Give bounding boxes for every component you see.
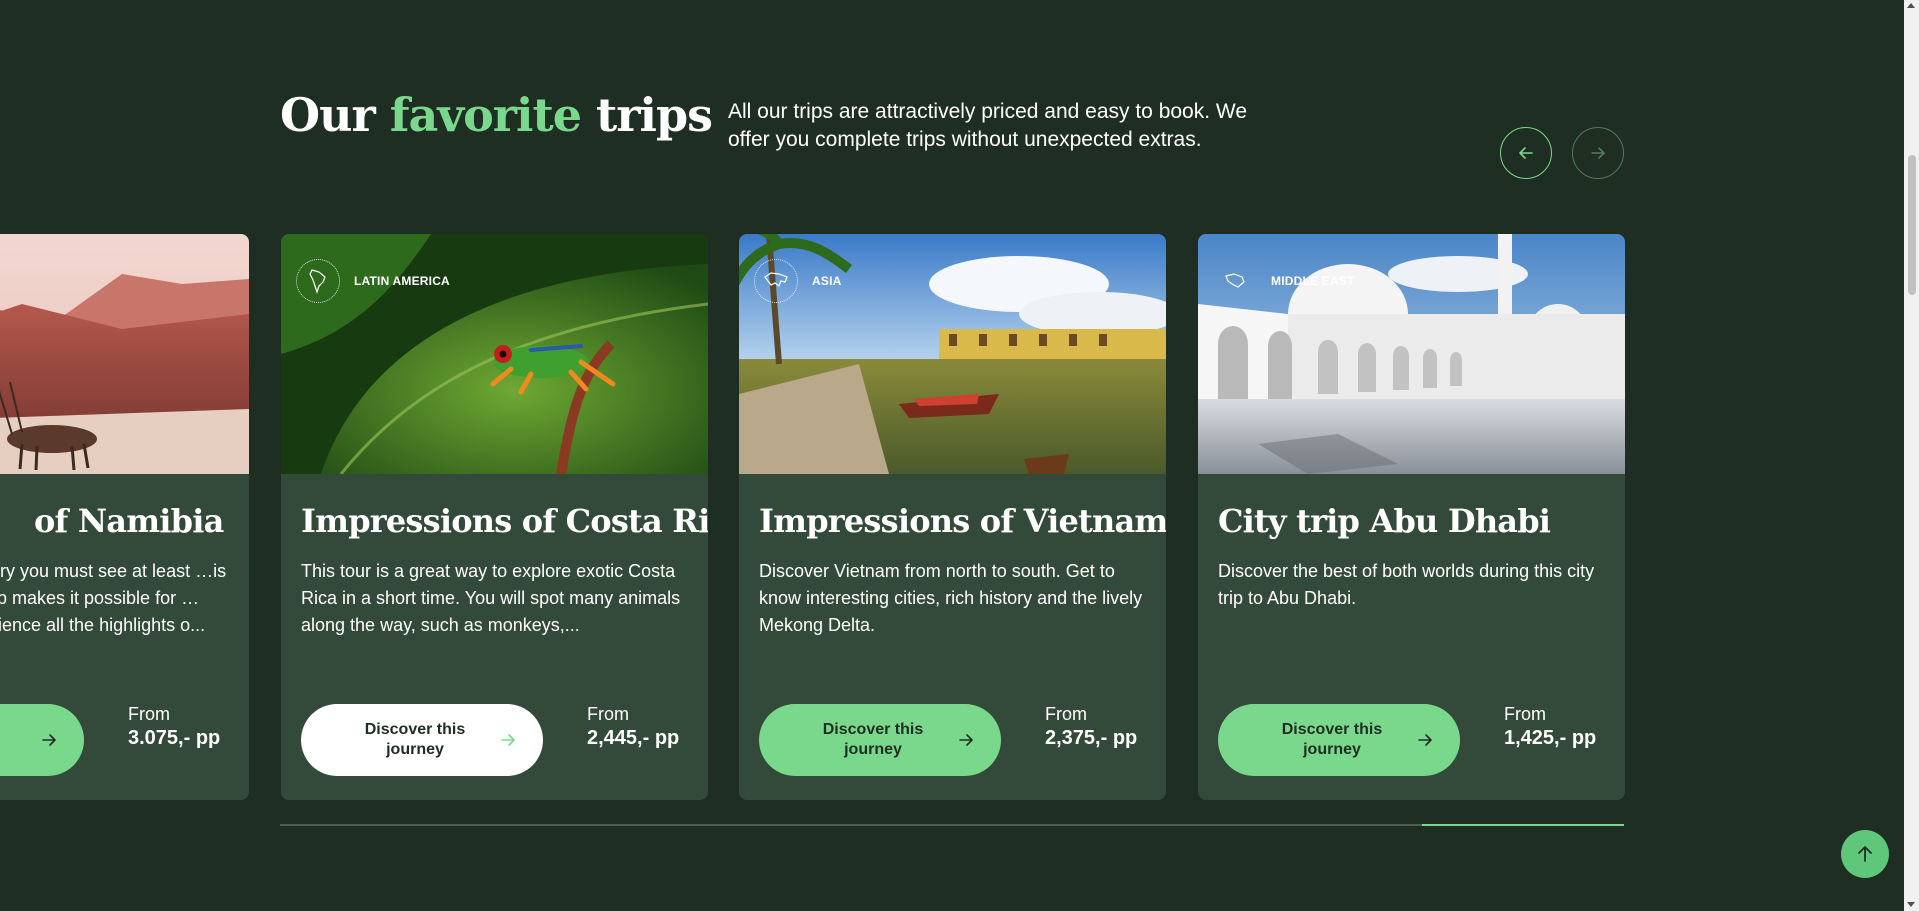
trip-description: Discover the best of both worlds during … [1218, 561, 1595, 608]
arrow-up-icon [1858, 846, 1872, 862]
arrow-right-icon [495, 734, 515, 746]
trip-title: Impressions of Costa Rica [301, 502, 708, 540]
discover-journey-button[interactable]: Discover this journey [759, 704, 1001, 776]
trip-card-costa-rica[interactable]: LATIN AMERICA Impressions of Costa Rica … [281, 234, 708, 800]
discover-journey-button[interactable]: Discover this journey [301, 704, 543, 776]
continent-latin-america-icon [296, 259, 340, 303]
carousel-progress-bar [280, 824, 1624, 826]
trip-region: ASIA [754, 259, 841, 303]
cta-label: Discover this journey [1281, 721, 1383, 758]
trip-price: From 1,425,- pp [1504, 704, 1614, 750]
price-prefix: From [587, 704, 629, 724]
trip-description: Discover Vietnam from north to south. Ge… [759, 561, 1143, 635]
carousel-next-button[interactable] [1572, 127, 1624, 179]
trip-card-namibia[interactable]: of Namibia …ry you must see at least …is… [0, 234, 249, 800]
price-prefix: From [1045, 704, 1087, 724]
page-scrollbar[interactable] [1904, 0, 1919, 911]
trip-description: …ry you must see at least …is trip makes… [0, 561, 227, 635]
title-word-accent: favorite [389, 88, 582, 142]
trip-price: From 2,375,- pp [1045, 704, 1155, 750]
price-prefix: From [1504, 704, 1546, 724]
trip-title: of Namibia [34, 502, 224, 540]
scroll-up-arrow-icon[interactable] [1907, 3, 1915, 8]
region-label: ASIA [812, 274, 842, 288]
arrow-left-icon [1519, 147, 1533, 159]
scrollbar-thumb[interactable] [1908, 155, 1916, 295]
arrow-right-icon [0, 734, 56, 746]
carousel-progress-fill [1422, 824, 1624, 826]
carousel-prev-button[interactable] [1500, 127, 1552, 179]
arrow-right-icon [1591, 147, 1605, 159]
title-word-3: trips [596, 88, 713, 142]
trip-region: MIDDLE EAST [1213, 259, 1355, 303]
trip-image-namibia [0, 234, 249, 474]
region-label: MIDDLE EAST [1271, 274, 1355, 288]
trip-title: Impressions of Vietnam [759, 502, 1166, 540]
price-amount: 3.075,- pp [128, 727, 221, 749]
back-to-top-button[interactable] [1841, 830, 1889, 878]
price-amount: 2,445,- pp [587, 727, 680, 749]
section-intro: All our trips are attractively priced an… [728, 100, 1248, 151]
arrow-right-icon [953, 734, 973, 746]
cta-label: Discover this journey [364, 721, 466, 758]
scroll-down-arrow-icon[interactable] [1907, 902, 1915, 907]
trips-carousel[interactable]: of Namibia …ry you must see at least …is… [0, 234, 1919, 801]
continent-middle-east-icon [1213, 259, 1257, 303]
price-amount: 2,375,- pp [1045, 727, 1138, 749]
trip-price: From 2,445,- pp [587, 704, 697, 750]
section-title: Our favorite trips [280, 88, 713, 142]
trip-card-abu-dhabi[interactable]: MIDDLE EAST City trip Abu Dhabi Discover… [1198, 234, 1625, 800]
trip-price: From 3.075,- pp [128, 704, 238, 750]
price-prefix: From [128, 704, 170, 724]
discover-journey-button[interactable]: Discover this journey [1218, 704, 1460, 776]
trip-region: LATIN AMERICA [296, 259, 450, 303]
trip-card-vietnam[interactable]: ASIA Impressions of Vietnam Discover Vie… [739, 234, 1166, 800]
continent-asia-icon [754, 259, 798, 303]
region-label: LATIN AMERICA [354, 274, 450, 288]
arrow-right-icon [1412, 734, 1432, 746]
title-word-1: Our [280, 88, 376, 142]
cta-label: Discover this journey [822, 721, 924, 758]
trip-title: City trip Abu Dhabi [1218, 502, 1551, 540]
discover-journey-button[interactable] [0, 704, 84, 776]
price-amount: 1,425,- pp [1504, 727, 1597, 749]
trip-description: This tour is a great way to explore exot… [301, 561, 681, 635]
